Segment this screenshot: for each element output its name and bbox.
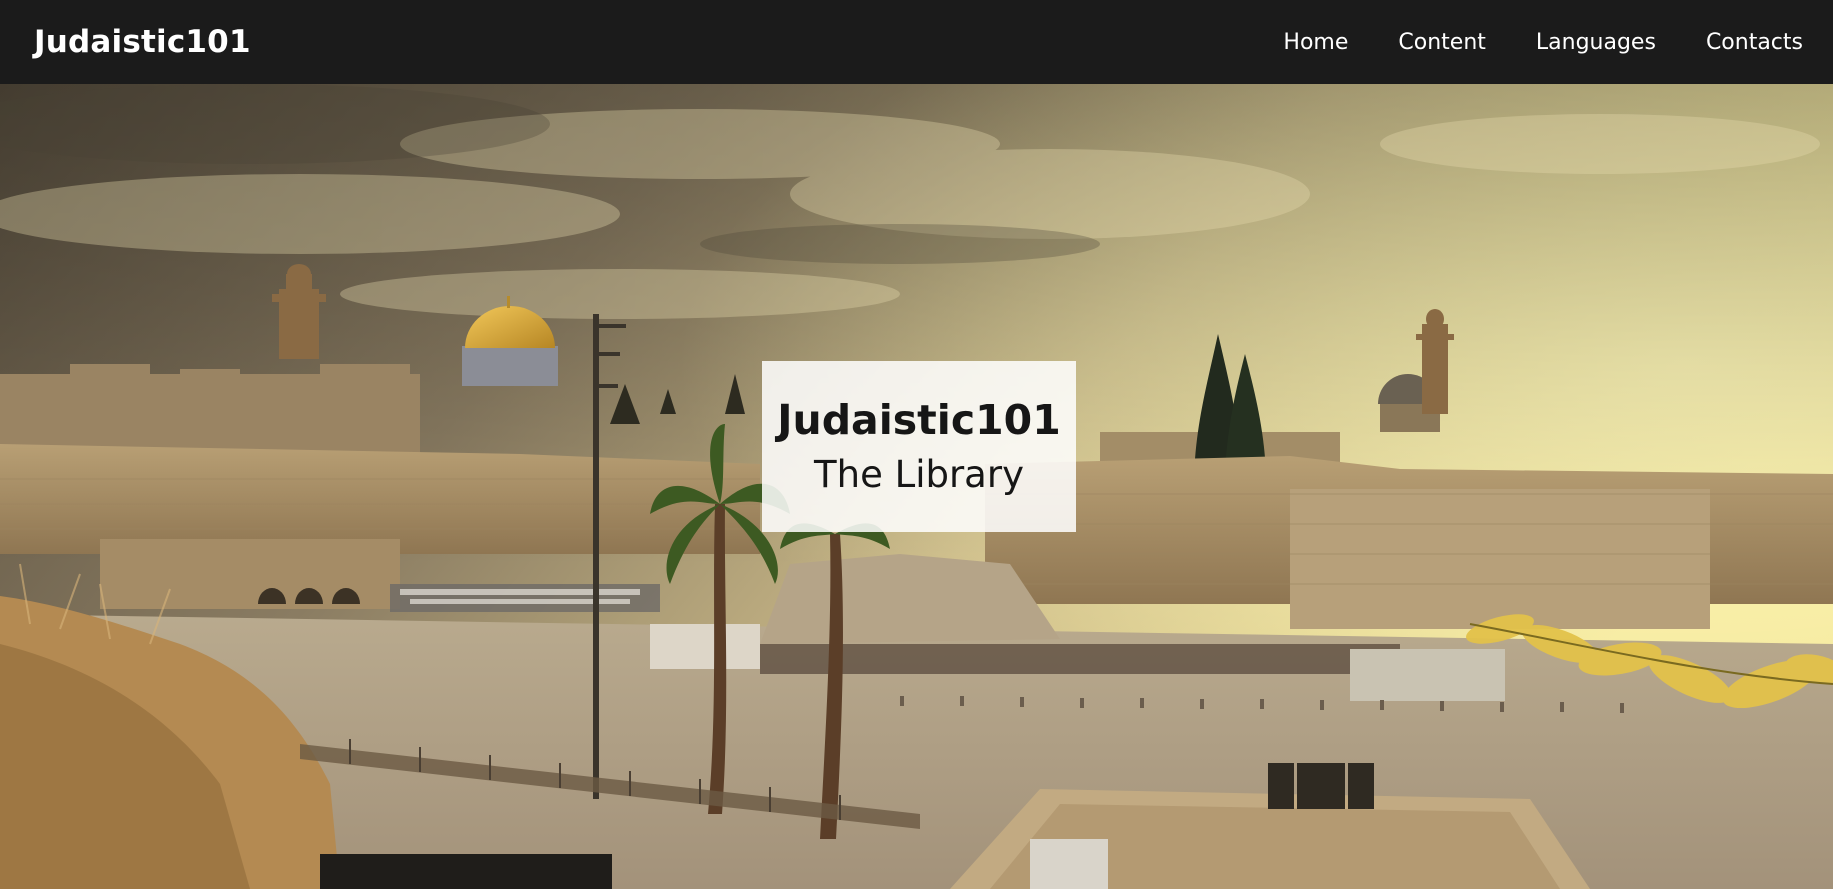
top-navbar: Judaistic101 Home Content Languages Cont… xyxy=(0,0,1833,84)
nav-item-home: Home xyxy=(1283,30,1348,55)
nav-menu: Home Content Languages Contacts xyxy=(1283,30,1803,55)
hero-section: Judaistic101 The Library xyxy=(0,84,1833,889)
nav-item-content: Content xyxy=(1398,30,1486,55)
nav-link-home[interactable]: Home xyxy=(1283,30,1348,55)
nav-link-content[interactable]: Content xyxy=(1398,30,1486,55)
nav-item-contacts: Contacts xyxy=(1706,30,1803,55)
nav-link-contacts[interactable]: Contacts xyxy=(1706,30,1803,55)
hero-title: Judaistic101 xyxy=(777,395,1061,444)
hero-title-card: Judaistic101 The Library xyxy=(762,361,1076,532)
nav-link-languages[interactable]: Languages xyxy=(1536,30,1656,55)
hero-subtitle: The Library xyxy=(814,452,1024,496)
nav-item-languages: Languages xyxy=(1536,30,1656,55)
brand-logo-link[interactable]: Judaistic101 xyxy=(34,24,251,60)
